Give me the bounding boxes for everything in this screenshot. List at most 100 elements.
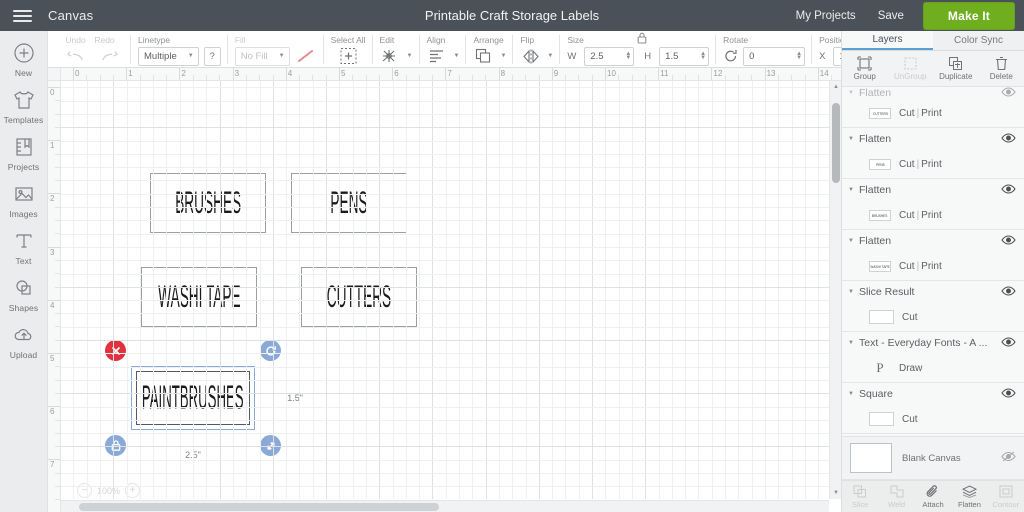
- visibility-icon[interactable]: [1001, 387, 1016, 401]
- size-height-field[interactable]: ▲▼: [659, 46, 710, 66]
- redo-icon[interactable]: [95, 47, 124, 66]
- rotate-input[interactable]: [749, 50, 796, 62]
- layer-header[interactable]: ▼ Square: [842, 383, 1024, 405]
- duplicate-button[interactable]: Duplicate: [933, 51, 979, 86]
- horizontal-scroll-thumb[interactable]: [79, 503, 439, 511]
- layer-child-row[interactable]: WASHI TAPE Cut | Print: [842, 252, 1024, 280]
- linetype-select[interactable]: Multiple ▼: [138, 46, 199, 66]
- layer-header[interactable]: ▼ Text - Everyday Fonts - A ...: [842, 332, 1024, 354]
- sidebar-item-templates[interactable]: Templates: [0, 87, 48, 125]
- visibility-icon[interactable]: [1001, 234, 1016, 248]
- layer-child-row[interactable]: PENS Cut | Print: [842, 150, 1024, 178]
- size-width-stepper[interactable]: ▲ ▼: [624, 51, 631, 61]
- linetype-help-button[interactable]: ?: [203, 46, 221, 66]
- vertical-scroll-thumb[interactable]: [832, 103, 840, 183]
- layer-group[interactable]: ▼ Flatten BRUSHES Cut | Print: [842, 179, 1024, 230]
- delete-handle[interactable]: [105, 340, 126, 361]
- contour-button[interactable]: Contour: [988, 481, 1024, 512]
- canvas-horizontal-scrollbar[interactable]: [61, 500, 829, 512]
- canvas-area[interactable]: 0 1 2 3 4 5 6 7 8 9 10 11 12 13 14 01234567 BRUSHES PEN…: [48, 68, 841, 512]
- size-width-field[interactable]: ▲▼: [584, 46, 635, 66]
- chevron-down-icon[interactable]: ▼: [848, 289, 859, 295]
- layer-child-row[interactable]: BRUSHES Cut | Print: [842, 201, 1024, 229]
- layer-group[interactable]: ▼ Flatten PENS Cut | Print: [842, 128, 1024, 179]
- layer-operation-label[interactable]: Cut | Print: [899, 261, 942, 272]
- ungroup-button[interactable]: UnGroup: [888, 51, 934, 86]
- undo-icon[interactable]: [61, 47, 90, 66]
- chevron-down-icon[interactable]: ▼: [848, 238, 859, 244]
- group-button[interactable]: Group: [842, 51, 888, 86]
- hamburger-menu-icon[interactable]: [0, 0, 44, 31]
- lock-aspect-icon[interactable]: [637, 32, 647, 47]
- my-projects-link[interactable]: My Projects: [785, 10, 867, 22]
- layer-child-row[interactable]: CUTTERS Cut | Print: [842, 99, 1024, 127]
- layers-list[interactable]: ▼ Flatten CUTTERS Cut | Print ▼ Flatten PENS Cut |…: [842, 87, 1024, 436]
- chevron-down-icon[interactable]: ▼: [848, 90, 859, 96]
- flatten-button[interactable]: Flatten: [951, 481, 987, 512]
- layer-header[interactable]: ▼ Flatten: [842, 128, 1024, 150]
- layer-operation-label[interactable]: Cut | Print: [899, 210, 942, 221]
- size-width-input[interactable]: [590, 50, 625, 62]
- tab-color-sync[interactable]: Color Sync: [933, 31, 1024, 50]
- weld-button[interactable]: Weld: [878, 481, 914, 512]
- align-icon[interactable]: [427, 47, 448, 66]
- flip-icon[interactable]: [520, 47, 541, 66]
- make-it-button[interactable]: Make It: [922, 1, 1015, 30]
- layer-operation-label[interactable]: Cut | Print: [899, 159, 942, 170]
- blank-canvas-visibility-icon[interactable]: [1001, 451, 1016, 465]
- size-height-input[interactable]: [665, 50, 700, 62]
- visibility-icon[interactable]: [1001, 285, 1016, 299]
- sidebar-item-upload[interactable]: Upload: [0, 322, 48, 360]
- layer-group[interactable]: ▼ Flatten CUTTERS Cut | Print: [842, 87, 1024, 128]
- edit-icon[interactable]: [380, 47, 401, 66]
- attach-button[interactable]: Attach: [915, 481, 951, 512]
- rotate-field[interactable]: ▲▼: [743, 46, 806, 66]
- layer-operation-label[interactable]: Cut: [902, 312, 918, 323]
- canvas-grid[interactable]: BRUSHES PENS WASHI TAPE CUTTERS PAINTBRUSHE…: [61, 81, 841, 512]
- visibility-icon[interactable]: [1001, 336, 1016, 350]
- sidebar-item-text[interactable]: Text: [0, 228, 48, 266]
- delete-button[interactable]: Delete: [979, 51, 1024, 86]
- arrange-icon[interactable]: [473, 47, 494, 66]
- rotate-handle[interactable]: [260, 340, 281, 361]
- label-card[interactable]: WASHI TAPE: [141, 267, 257, 327]
- layer-header[interactable]: ▼ Flatten: [842, 87, 1024, 99]
- tab-layers[interactable]: Layers: [842, 31, 933, 50]
- sidebar-item-projects[interactable]: Projects: [0, 134, 48, 172]
- fill-select[interactable]: No Fill ▼: [234, 46, 290, 66]
- visibility-icon[interactable]: [1001, 132, 1016, 146]
- chevron-down-icon[interactable]: ▼: [848, 340, 859, 346]
- layer-child-row[interactable]: Cut: [842, 405, 1024, 433]
- label-card[interactable]: BRUSHES: [150, 173, 266, 233]
- chevron-down-icon[interactable]: ▼: [848, 187, 859, 193]
- chevron-down-icon[interactable]: ▼: [848, 391, 859, 397]
- layer-header[interactable]: ▼ Slice Result: [842, 281, 1024, 303]
- slice-button[interactable]: Slice: [842, 481, 878, 512]
- layer-group[interactable]: ▼ Flatten WASHI TAPE Cut | Print: [842, 230, 1024, 281]
- layer-group[interactable]: ▼ Text - Everyday Fonts - A ... P Draw: [842, 332, 1024, 383]
- scroll-down-arrow[interactable]: ▼: [830, 487, 841, 499]
- layer-header[interactable]: ▼ Flatten: [842, 230, 1024, 252]
- canvas-vertical-scrollbar[interactable]: ▲ ▼: [829, 81, 841, 499]
- layer-group[interactable]: ▼ Square Cut: [842, 383, 1024, 434]
- layer-child-row[interactable]: Cut: [842, 303, 1024, 331]
- save-button[interactable]: Save: [867, 10, 915, 22]
- select-all-icon[interactable]: [331, 47, 366, 66]
- sidebar-item-shapes[interactable]: Shapes: [0, 275, 48, 313]
- sidebar-item-new[interactable]: New: [0, 40, 48, 78]
- scroll-up-arrow[interactable]: ▲: [830, 81, 841, 93]
- visibility-icon[interactable]: [1001, 183, 1016, 197]
- blank-canvas-row[interactable]: Blank Canvas: [842, 436, 1024, 480]
- size-height-stepper[interactable]: ▲ ▼: [699, 51, 706, 61]
- layer-operation-label[interactable]: Cut: [902, 414, 918, 425]
- rotate-stepper[interactable]: ▲ ▼: [795, 51, 802, 61]
- fill-color-swatch[interactable]: [295, 47, 317, 65]
- chevron-down-icon[interactable]: ▼: [848, 136, 859, 142]
- label-card[interactable]: PENS: [291, 173, 407, 233]
- visibility-icon[interactable]: [1001, 87, 1016, 99]
- layer-child-row[interactable]: P Draw: [842, 354, 1024, 382]
- layer-header[interactable]: ▼ Flatten: [842, 179, 1024, 201]
- layer-operation-label[interactable]: Cut | Print: [899, 108, 942, 119]
- layer-operation-label[interactable]: Draw: [899, 363, 922, 374]
- label-card[interactable]: CUTTERS: [301, 267, 417, 327]
